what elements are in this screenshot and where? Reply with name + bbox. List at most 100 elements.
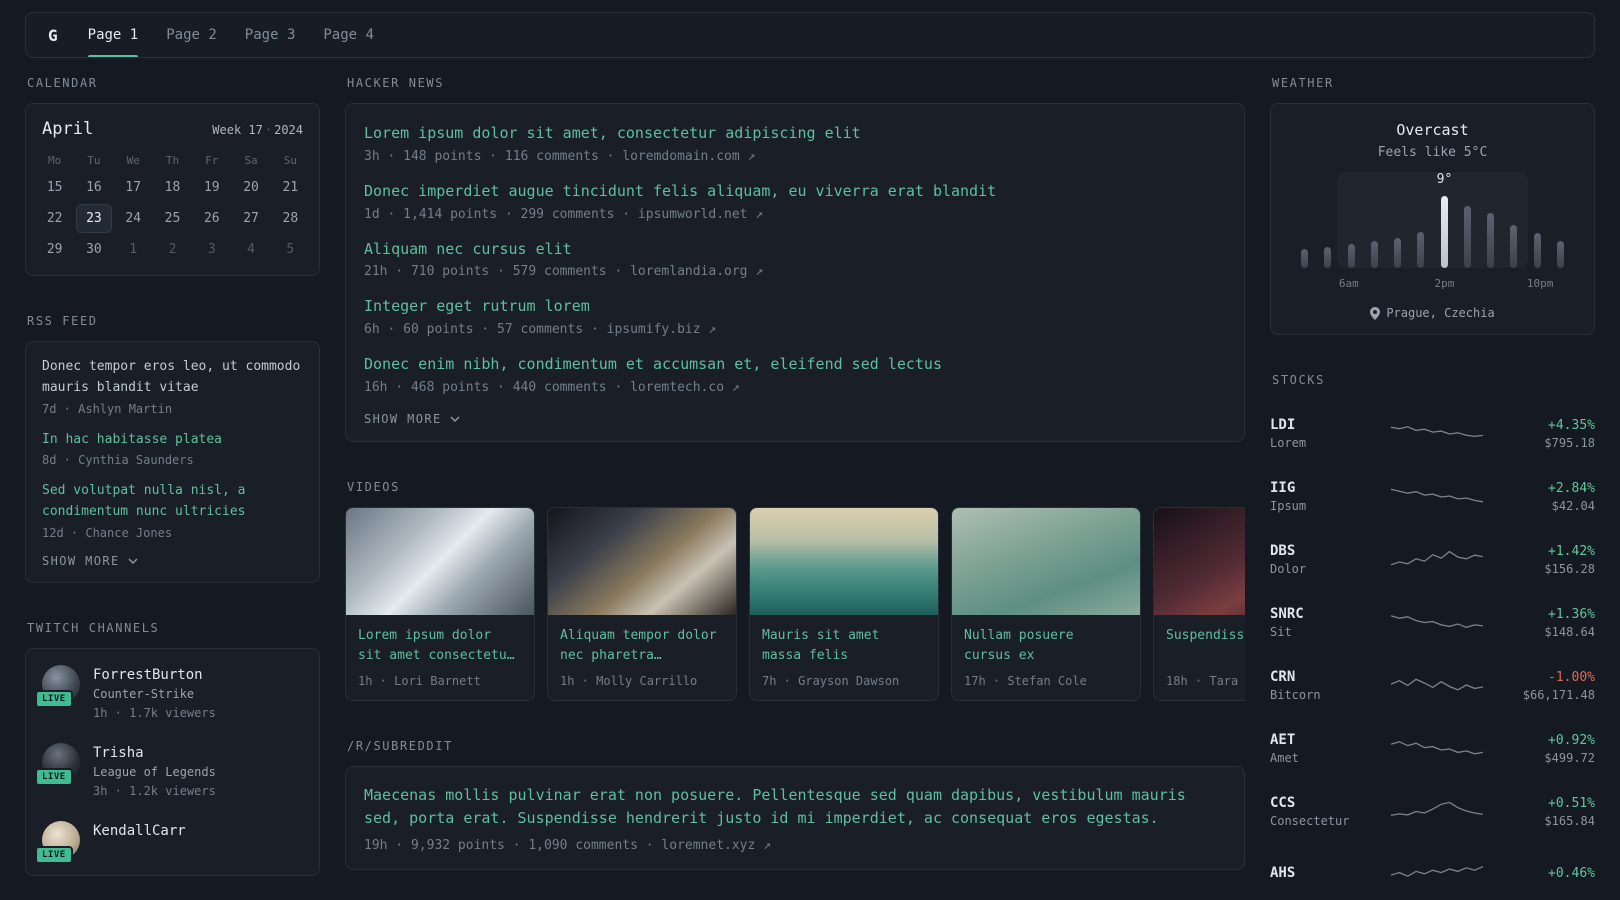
video-thumbnail[interactable]	[548, 507, 736, 615]
stock-sparkline-chart	[1390, 801, 1483, 816]
calendar-day-header: Tu	[87, 154, 101, 167]
twitch-channel-row[interactable]: LIVE ForrestBurton Counter-Strike 1h · 1.7k…	[35, 664, 303, 723]
stock-row[interactable]: CCS Consectetur +0.51% $165.84	[1270, 780, 1595, 843]
stock-values: +1.36% $148.64	[1499, 607, 1595, 639]
live-badge: LIVE	[35, 767, 73, 786]
video-card[interactable]: Lorem ipsum dolor sit amet consectetu… 1h…	[345, 506, 535, 701]
hackernews-item-title[interactable]: Donec enim nibh, condimentum et accumsan…	[364, 354, 1226, 376]
weather-bar	[1301, 249, 1308, 268]
video-card[interactable]: Mauris sit amet massa felis 7h · Grayson …	[749, 506, 939, 701]
nav-tab-3[interactable]: Page 3	[245, 13, 296, 57]
stock-sparkline	[1374, 483, 1499, 511]
videos-row: Lorem ipsum dolor sit amet consectetu… 1h…	[345, 506, 1245, 701]
weather-bar	[1394, 238, 1402, 268]
stock-change: +0.51%	[1548, 795, 1595, 811]
channel-name[interactable]: ForrestBurton	[93, 665, 216, 685]
stock-symbol: LDI	[1270, 417, 1296, 433]
nav-tab-2[interactable]: Page 2	[166, 13, 217, 57]
weather-condition: Overcast	[1396, 121, 1469, 139]
calendar-day: 4	[247, 242, 255, 257]
video-title[interactable]: Nullam posuere cursus ex	[964, 626, 1128, 667]
weather-bar	[1533, 233, 1541, 268]
weather-current-temp: 9°	[1436, 172, 1453, 187]
video-thumbnail[interactable]	[1154, 507, 1245, 615]
calendar-section-title: CALENDAR	[27, 76, 98, 90]
calendar-day: 17	[125, 180, 142, 195]
weather-location-label: Prague, Czechia	[1386, 306, 1495, 320]
stock-id: CCS Consectetur	[1270, 795, 1374, 828]
rss-item: Donec tempor eros leo, ut commodo mauris…	[42, 357, 303, 416]
rss-item-title[interactable]: Sed volutpat nulla nisl, a condimentum n…	[42, 481, 303, 523]
hackernews-item-title[interactable]: Donec imperdiet augue tincidunt felis al…	[364, 181, 1226, 203]
twitch-channel-row[interactable]: LIVE KendallCarr	[35, 820, 303, 864]
twitch-widget: LIVE ForrestBurton Counter-Strike 1h · 1.7k…	[25, 647, 320, 876]
nav-tab-4[interactable]: Page 4	[323, 13, 374, 57]
video-card[interactable]: Suspendisse diam 18h · Tara	[1153, 506, 1245, 701]
channel-name[interactable]: KendallCarr	[93, 821, 186, 841]
stock-row[interactable]: LDI Lorem +4.35% $795.18	[1270, 402, 1595, 465]
calendar-day: 29	[46, 242, 63, 257]
video-title[interactable]: Mauris sit amet massa felis	[762, 626, 926, 667]
video-card[interactable]: Nullam posuere cursus ex 17h · Stefan Col…	[951, 506, 1141, 701]
channel-name[interactable]: Trisha	[93, 743, 216, 763]
weather-time-label: 10pm	[1526, 277, 1554, 290]
calendar-day-headers: Mo Tu We Th Fr Sa Su	[26, 149, 319, 172]
hackernews-item: Donec enim nibh, condimentum et accumsan…	[364, 354, 1226, 395]
hackernews-section-title: HACKER NEWS	[347, 76, 445, 90]
calendar-widget: April Week 17 · 2024 Mo Tu We Th Fr Sa Su 15 16 17…	[25, 103, 320, 276]
subreddit-widget: Maecenas mollis pulvinar erat non posuer…	[345, 765, 1245, 871]
hackernews-item-meta: 21h · 710 points · 579 comments · loreml…	[364, 264, 764, 280]
calendar-day: 21	[282, 180, 299, 195]
video-title[interactable]: Aliquam tempor dolor nec pharetra…	[560, 626, 724, 667]
stock-change: +2.84%	[1548, 480, 1595, 496]
stock-change: -1.00%	[1548, 669, 1595, 685]
stock-row[interactable]: IIG Ipsum +2.84% $42.04	[1270, 465, 1595, 528]
video-thumbnail[interactable]	[750, 507, 938, 615]
stock-change: +4.35%	[1548, 417, 1595, 433]
twitch-channel-row[interactable]: LIVE Trisha League of Legends 3h · 1.2k vie…	[35, 742, 303, 801]
calendar-day: 26	[203, 211, 220, 226]
calendar-day-header: Sa	[244, 154, 258, 167]
hackernews-item-meta: 6h · 60 points · 57 comments · ipsumify.…	[364, 322, 717, 337]
hackernews-item-title[interactable]: Lorem ipsum dolor sit amet, consectetur …	[364, 123, 1226, 145]
stock-row[interactable]: CRN Bitcorn -1.00% $66,171.48	[1270, 654, 1595, 717]
video-title[interactable]: Suspendisse diam	[1166, 626, 1245, 667]
stocks-section-title: STOCKS	[1272, 373, 1325, 387]
subreddit-section-title: /R/SUBREDDIT	[347, 738, 453, 753]
video-thumbnail[interactable]	[952, 507, 1140, 615]
stock-sparkline-chart	[1390, 865, 1483, 877]
chevron-down-icon	[450, 416, 460, 423]
weather-bar	[1510, 225, 1518, 268]
calendar-day: 18	[164, 180, 181, 195]
video-thumbnail[interactable]	[346, 507, 534, 615]
stock-sparkline-chart	[1390, 488, 1483, 502]
stock-id: AET Amet	[1270, 732, 1374, 765]
live-badge: LIVE	[35, 845, 73, 864]
video-title[interactable]: Lorem ipsum dolor sit amet consectetu…	[358, 626, 522, 667]
stock-row[interactable]: DBS Dolor +1.42% $156.28	[1270, 528, 1595, 591]
video-meta: 17h · Stefan Cole	[964, 673, 1087, 688]
stock-row[interactable]: AHS +0.46%	[1270, 843, 1595, 900]
rss-show-more-button[interactable]: SHOW MORE	[42, 554, 138, 568]
stock-id: DBS Dolor	[1270, 543, 1374, 576]
nav-tab-1[interactable]: Page 1	[87, 13, 138, 57]
dashboard-columns: CALENDAR April Week 17 · 2024 Mo Tu We Th Fr Sa…	[0, 58, 1620, 900]
hackernews-item-title[interactable]: Integer eget rutrum lorem	[364, 296, 1226, 318]
hackernews-item: Lorem ipsum dolor sit amet, consectetur …	[364, 123, 1226, 164]
stock-row[interactable]: AET Amet +0.92% $499.72	[1270, 717, 1595, 780]
subreddit-post-title[interactable]: Maecenas mollis pulvinar erat non posuer…	[364, 784, 1226, 831]
video-card-body: Nullam posuere cursus ex 17h · Stefan Col…	[952, 615, 1140, 700]
app-logo[interactable]: G	[48, 26, 58, 45]
weather-time-labels: 6am 2pm 10pm	[1301, 277, 1564, 292]
rss-item-title[interactable]: In hac habitasse platea	[42, 430, 303, 451]
stock-id: SNRC Sit	[1270, 606, 1374, 639]
hackernews-show-more-button[interactable]: SHOW MORE	[364, 412, 460, 426]
rss-item-title[interactable]: Donec tempor eros leo, ut commodo mauris…	[42, 357, 303, 399]
video-card[interactable]: Aliquam tempor dolor nec pharetra… 1h · M…	[547, 506, 737, 701]
rss-item: In hac habitasse platea 8d · Cynthia Saun…	[42, 430, 303, 468]
weather-bars	[1301, 172, 1564, 268]
channel-game: League of Legends	[93, 764, 216, 779]
hackernews-item-title[interactable]: Aliquam nec cursus elit	[364, 239, 1226, 261]
stock-row[interactable]: SNRC Sit +1.36% $148.64	[1270, 591, 1595, 654]
stock-values: +0.51% $165.84	[1499, 796, 1595, 828]
